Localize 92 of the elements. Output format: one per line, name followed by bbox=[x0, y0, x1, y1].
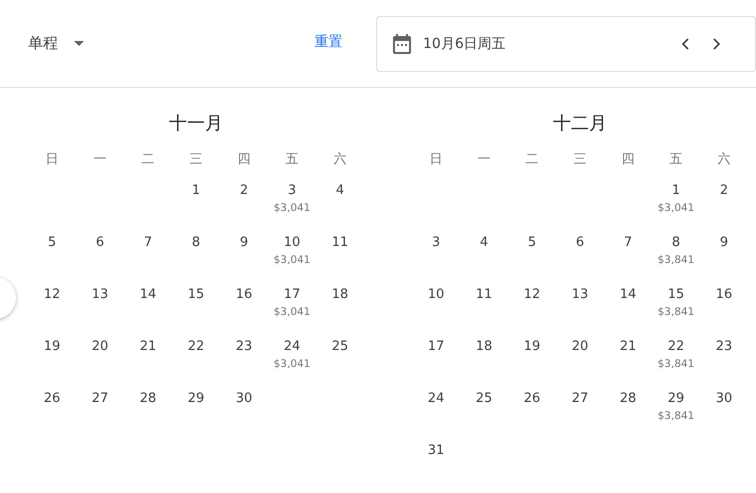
day-number[interactable]: 23 bbox=[712, 336, 736, 358]
day-number[interactable]: 5 bbox=[524, 232, 540, 254]
day-number[interactable]: 12 bbox=[40, 284, 64, 306]
day-price: $3,041 bbox=[274, 254, 310, 266]
day-number[interactable]: 4 bbox=[332, 180, 348, 202]
day-number[interactable]: 6 bbox=[92, 232, 108, 254]
day-number[interactable]: 11 bbox=[328, 232, 352, 254]
chevron-right-icon bbox=[713, 38, 721, 50]
caret-icon bbox=[74, 40, 84, 46]
reset-link[interactable]: 重置 bbox=[314, 32, 376, 53]
day-number[interactable]: 23 bbox=[232, 336, 256, 358]
day-price: $3,041 bbox=[274, 306, 310, 318]
day-number[interactable]: 10 bbox=[424, 284, 448, 306]
day-number[interactable]: 14 bbox=[616, 284, 640, 306]
weekday-label: 六 bbox=[718, 152, 730, 167]
day-number[interactable]: 31 bbox=[424, 440, 448, 462]
day-number[interactable]: 7 bbox=[620, 232, 636, 254]
day-number[interactable]: 9 bbox=[236, 232, 252, 254]
day-number[interactable]: 12 bbox=[520, 284, 544, 306]
day-number[interactable]: 20 bbox=[568, 336, 592, 358]
day-number[interactable]: 3 bbox=[284, 180, 300, 202]
day-price: $3,841 bbox=[658, 358, 694, 370]
day-number[interactable]: 7 bbox=[140, 232, 156, 254]
day-number[interactable]: 13 bbox=[88, 284, 112, 306]
day-number[interactable]: 2 bbox=[236, 180, 252, 202]
day-number[interactable]: 17 bbox=[424, 336, 448, 358]
weekday-label: 二 bbox=[526, 152, 538, 167]
day-price: $3,841 bbox=[658, 410, 694, 422]
calendar-icon bbox=[393, 34, 411, 54]
day-number[interactable]: 24 bbox=[280, 336, 304, 358]
day-number[interactable]: 29 bbox=[184, 388, 208, 410]
weekday-label: 日 bbox=[46, 152, 58, 167]
day-number[interactable]: 15 bbox=[184, 284, 208, 306]
day-number[interactable]: 25 bbox=[328, 336, 352, 358]
day-number[interactable]: 16 bbox=[712, 284, 736, 306]
day-number[interactable]: 11 bbox=[472, 284, 496, 306]
day-number[interactable]: 10 bbox=[280, 232, 304, 254]
chevron-left-icon bbox=[681, 38, 689, 50]
day-number[interactable]: 30 bbox=[712, 388, 736, 410]
day-number[interactable]: 1 bbox=[188, 180, 204, 202]
day-price: $3,041 bbox=[274, 202, 310, 214]
day-number[interactable]: 6 bbox=[572, 232, 588, 254]
day-number[interactable]: 19 bbox=[520, 336, 544, 358]
day-number[interactable]: 2 bbox=[716, 180, 732, 202]
day-number[interactable]: 19 bbox=[40, 336, 64, 358]
weekday-label: 日 bbox=[430, 152, 442, 167]
day-number[interactable]: 4 bbox=[476, 232, 492, 254]
day-number[interactable]: 18 bbox=[472, 336, 496, 358]
day-number[interactable]: 18 bbox=[328, 284, 352, 306]
day-number[interactable]: 17 bbox=[280, 284, 304, 306]
day-price: $3,841 bbox=[658, 306, 694, 318]
day-number[interactable]: 5 bbox=[44, 232, 60, 254]
day-number[interactable]: 15 bbox=[664, 284, 688, 306]
weekday-label: 一 bbox=[478, 152, 490, 167]
day-number[interactable]: 8 bbox=[668, 232, 684, 254]
day-number[interactable]: 13 bbox=[568, 284, 592, 306]
day-number[interactable]: 28 bbox=[136, 388, 160, 410]
day-number[interactable]: 21 bbox=[136, 336, 160, 358]
day-number[interactable]: 16 bbox=[232, 284, 256, 306]
weekday-label: 四 bbox=[622, 152, 634, 167]
day-number[interactable]: 9 bbox=[716, 232, 732, 254]
day-number[interactable]: 26 bbox=[520, 388, 544, 410]
month-title: 十二月 bbox=[552, 112, 608, 136]
day-number[interactable]: 26 bbox=[40, 388, 64, 410]
weekday-label: 一 bbox=[94, 152, 106, 167]
day-number[interactable]: 29 bbox=[664, 388, 688, 410]
weekday-label: 五 bbox=[286, 152, 298, 167]
day-price: $3,041 bbox=[658, 202, 694, 214]
weekday-label: 六 bbox=[334, 152, 346, 167]
day-number[interactable]: 21 bbox=[616, 336, 640, 358]
weekday-label: 三 bbox=[190, 152, 202, 167]
day-number[interactable]: 25 bbox=[472, 388, 496, 410]
weekday-label: 二 bbox=[142, 152, 154, 167]
day-number[interactable]: 24 bbox=[424, 388, 448, 410]
day-price: $3,041 bbox=[274, 358, 310, 370]
weekday-label: 五 bbox=[670, 152, 682, 167]
day-number[interactable]: 28 bbox=[616, 388, 640, 410]
day-number[interactable]: 27 bbox=[568, 388, 592, 410]
day-number[interactable]: 27 bbox=[88, 388, 112, 410]
day-number[interactable]: 14 bbox=[136, 284, 160, 306]
day-number[interactable]: 8 bbox=[188, 232, 204, 254]
day-number[interactable]: 30 bbox=[232, 388, 256, 410]
trip-type-dropdown[interactable]: 单程 bbox=[28, 32, 118, 54]
day-number[interactable]: 3 bbox=[428, 232, 444, 254]
weekday-label: 三 bbox=[574, 152, 586, 167]
day-price: $3,841 bbox=[658, 254, 694, 266]
day-number[interactable]: 22 bbox=[664, 336, 688, 358]
day-number[interactable]: 1 bbox=[668, 180, 684, 202]
weekday-label: 四 bbox=[238, 152, 250, 167]
day-number[interactable]: 20 bbox=[88, 336, 112, 358]
month-title: 十一月 bbox=[168, 112, 224, 136]
day-number[interactable]: 22 bbox=[184, 336, 208, 358]
